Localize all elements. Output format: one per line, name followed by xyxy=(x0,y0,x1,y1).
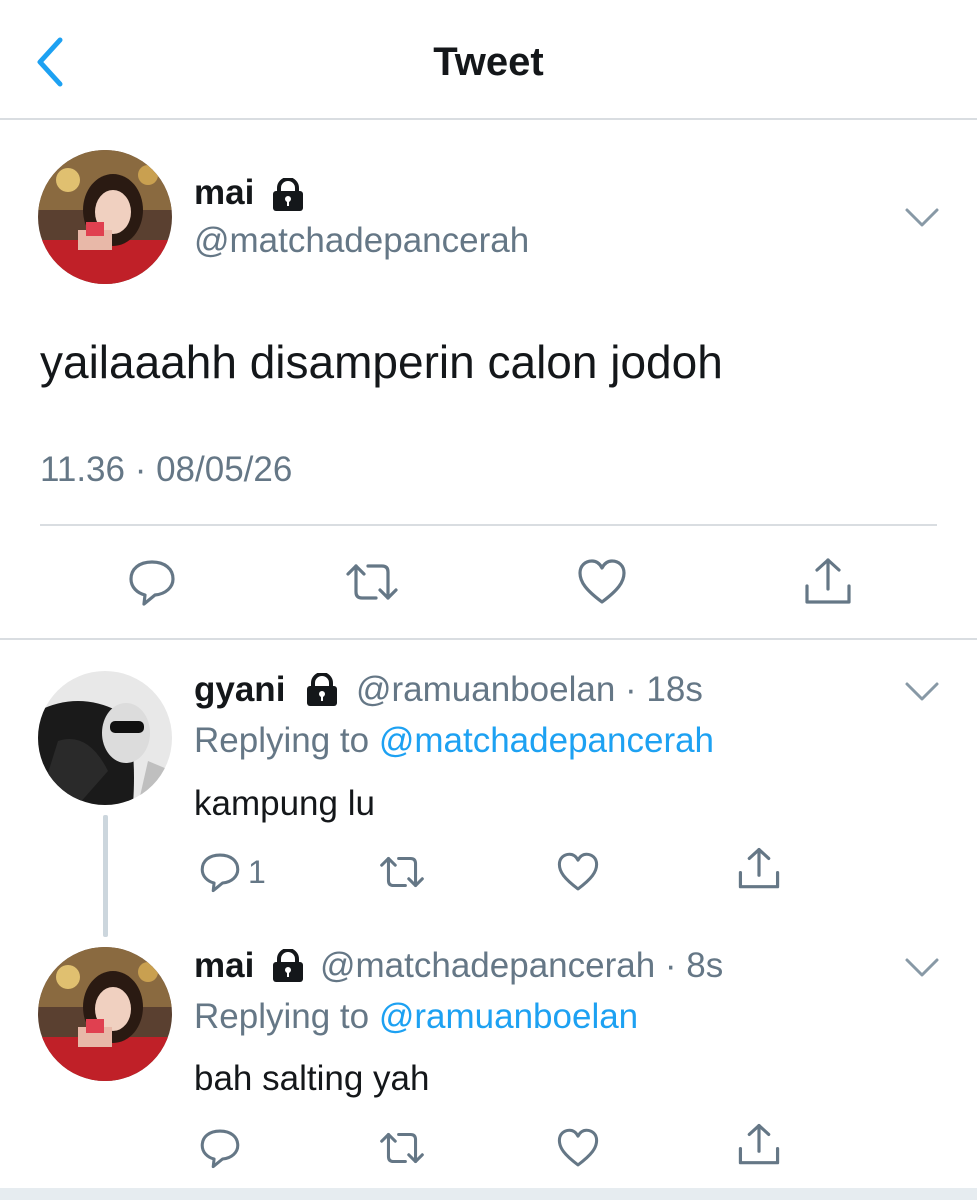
chevron-down-icon xyxy=(905,682,939,701)
reply-count: 1 xyxy=(248,854,266,890)
author-handle[interactable]: @matchadepancerah xyxy=(194,220,529,262)
retweet-button[interactable] xyxy=(378,850,426,894)
tweet-timestamp: 11.36 · 08/05/26 xyxy=(40,450,293,489)
replying-handle-link[interactable]: @matchadepancerah xyxy=(379,721,714,760)
reply-icon xyxy=(200,1129,240,1169)
reply-text: kampung lu xyxy=(194,784,375,823)
share-button[interactable] xyxy=(736,1122,782,1168)
avatar[interactable] xyxy=(38,671,172,805)
lock-icon xyxy=(270,948,308,985)
like-button[interactable] xyxy=(576,556,628,608)
more-options-button[interactable] xyxy=(904,956,940,980)
share-button[interactable] xyxy=(736,846,782,892)
top-bar: Tweet xyxy=(0,0,977,120)
handle[interactable]: @matchadepancerah xyxy=(320,946,655,985)
retweet-icon xyxy=(346,564,398,600)
thread-line xyxy=(103,815,108,937)
share-icon xyxy=(738,1123,780,1165)
heart-icon xyxy=(578,559,626,604)
handle[interactable]: @ramuanboelan xyxy=(356,670,615,709)
divider xyxy=(40,524,937,526)
retweet-icon xyxy=(380,856,424,888)
lock-icon xyxy=(270,177,308,214)
tweet-text: yailaaahh disamperin calon jodoh xyxy=(40,336,723,388)
author-handle: @matchadepancerah · 8s xyxy=(320,945,723,987)
time: · 8s xyxy=(664,946,724,985)
bottom-separator xyxy=(0,1188,977,1200)
author-name[interactable]: mai xyxy=(194,172,254,214)
share-icon xyxy=(738,847,780,889)
like-button[interactable] xyxy=(555,1126,601,1170)
chevron-down-icon xyxy=(905,958,939,977)
more-options-button[interactable] xyxy=(904,206,940,230)
heart-icon xyxy=(557,852,599,891)
share-icon xyxy=(805,558,851,604)
author-name[interactable]: mai xyxy=(194,945,254,987)
retweet-button[interactable] xyxy=(344,556,398,608)
avatar[interactable] xyxy=(38,947,172,1081)
reply-button[interactable] xyxy=(198,1126,244,1172)
retweet-icon xyxy=(380,1132,424,1164)
chevron-down-icon xyxy=(905,208,939,227)
more-options-button[interactable] xyxy=(904,680,940,704)
author-handle: @ramuanboelan · 18s xyxy=(356,669,703,711)
heart-icon xyxy=(557,1128,599,1167)
replying-to: Replying to @matchadepancerah xyxy=(194,720,714,762)
time: · 18s xyxy=(625,670,703,709)
page-title: Tweet xyxy=(433,40,544,84)
like-button[interactable] xyxy=(555,850,601,894)
avatar[interactable] xyxy=(38,150,172,284)
author-name[interactable]: gyani xyxy=(194,669,285,711)
reply-button[interactable] xyxy=(126,556,178,608)
replying-label: Replying to xyxy=(194,997,370,1036)
reply-button[interactable]: 1 xyxy=(198,848,278,896)
replying-label: Replying to xyxy=(194,721,370,760)
divider xyxy=(0,638,977,640)
lock-icon xyxy=(304,672,342,709)
reply-text: bah salting yah xyxy=(194,1059,430,1098)
replying-to: Replying to @ramuanboelan xyxy=(194,996,638,1038)
retweet-button[interactable] xyxy=(378,1126,426,1170)
reply-icon xyxy=(200,853,240,893)
share-button[interactable] xyxy=(802,556,854,608)
replying-handle-link[interactable]: @ramuanboelan xyxy=(379,997,638,1036)
reply-icon xyxy=(129,560,175,606)
